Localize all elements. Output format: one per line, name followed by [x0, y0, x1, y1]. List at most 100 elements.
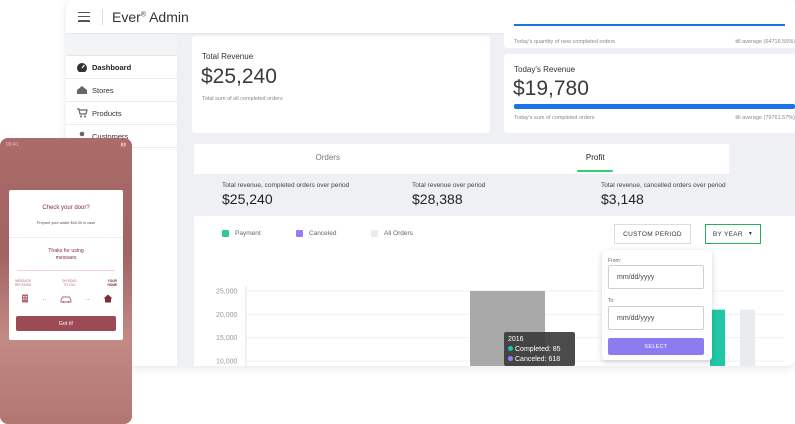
delivery-steps: MESSAGE RECEIVED ON ROAD TO YOU YOUR HOME [15, 279, 117, 287]
card-subtitle-right: till average (79761.57%) [735, 115, 795, 121]
card-subtitle-right: till average (64716.55%) [735, 39, 795, 45]
stat-value: $25,240 [222, 191, 273, 207]
step-on-road: ON ROAD TO YOU [61, 279, 77, 287]
sidebar-item-stores[interactable]: Stores [66, 79, 177, 102]
chart-tabs: Orders Profit [194, 144, 729, 174]
tab-orders[interactable]: Orders [194, 144, 462, 174]
step-message-received: MESSAGE RECEIVED [15, 279, 32, 287]
legend-payment[interactable]: Payment [222, 230, 261, 237]
modal-subtitle: Prepare your wallet $40.00 in cash [36, 221, 96, 225]
tooltip-completed-text: Completed: 85 [515, 346, 561, 353]
modal-divider [9, 237, 123, 238]
card-title: Total Revenue [202, 52, 254, 61]
legend-swatch [222, 230, 229, 237]
sidebar-item-label: Dashboard [92, 62, 132, 72]
brand-suffix: Admin [149, 8, 189, 25]
car-icon [60, 295, 72, 305]
sidebar-header-space [66, 34, 177, 56]
by-year-label: BY YEAR [712, 230, 743, 238]
legend-all-orders[interactable]: All Orders [371, 230, 413, 237]
bar-payment[interactable] [710, 309, 725, 366]
todays-revenue-progress [514, 104, 795, 109]
modal-title: Check your door? [42, 205, 90, 211]
sidebar-item-label: Stores [92, 85, 114, 95]
tab-label: Profit [585, 153, 605, 162]
to-date-input[interactable]: mm/dd/yyyy [608, 306, 704, 330]
got-it-button[interactable]: Got it! [16, 316, 116, 331]
total-revenue-value: $25,240 [201, 65, 277, 88]
tooltip-completed: Completed: 85 [508, 345, 571, 355]
sidebar-item-dashboard[interactable]: Dashboard [66, 56, 177, 79]
from-date-input[interactable]: mm/dd/yyyy [608, 265, 704, 289]
stats-row: Total revenue, completed orders over per… [194, 174, 729, 216]
y-tick-label: 15,000 [216, 335, 238, 342]
completed-orders-card: Today's quantity of new completed orders… [504, 24, 795, 48]
y-tick-label: 25,000 [216, 289, 238, 296]
mobile-phone-preview: 09:41 ▮▮ Check your door? Prepare your w… [0, 138, 132, 424]
tooltip-year: 2016 [508, 336, 524, 343]
chevron-down-icon: ▼ [747, 231, 754, 237]
legend-canceled[interactable]: Canceled [296, 230, 336, 237]
stores-icon [76, 85, 88, 95]
stat-value: $28,388 [412, 191, 463, 207]
delivery-step-icons: ·· ·· [21, 294, 113, 305]
stat-completed-revenue: Total revenue, completed orders over per… [222, 182, 349, 207]
canceled-dot [508, 356, 513, 361]
tooltip-canceled: Canceled: 618 [508, 355, 571, 365]
select-button[interactable]: SELECT [608, 338, 704, 355]
hamburger-menu-icon[interactable] [78, 11, 90, 22]
legend-swatch [371, 230, 378, 237]
todays-revenue-value: $19,780 [513, 77, 589, 100]
legend-swatch [296, 230, 303, 237]
stat-cancelled-revenue: Total revenue, cancelled orders over per… [601, 182, 726, 207]
legend-label: Payment [235, 230, 261, 237]
sidebar-item-products[interactable]: Products [66, 102, 177, 125]
screenshot-stage: Ever® Admin Dashboard Stores Products Cu… [0, 0, 795, 424]
thanks-line-1: Thaks for using [48, 248, 84, 254]
admin-window: Ever® Admin Dashboard Stores Products Cu… [66, 0, 795, 366]
products-icon [76, 108, 88, 118]
stat-value: $3,148 [601, 191, 644, 207]
tab-label: Orders [315, 153, 340, 162]
card-subtitle-left: Today's sum of completed orders [514, 115, 595, 121]
building-icon [21, 294, 29, 305]
chart-tooltip: 2016 Completed: 85 Canceled: 618 [504, 332, 575, 366]
custom-period-button[interactable]: CUSTOM PERIOD [614, 224, 691, 244]
stat-label: Total revenue, completed orders over per… [222, 182, 350, 189]
progress-fill [514, 104, 795, 109]
bar-all-orders[interactable] [740, 309, 755, 366]
stat-total-revenue: Total revenue over period $28,388 [412, 182, 485, 207]
legend-label: All Orders [384, 230, 413, 237]
by-year-dropdown[interactable]: BY YEAR ▼ [705, 224, 761, 244]
sidebar-item-label: Products [92, 108, 122, 118]
brand-title: Ever® Admin [112, 9, 189, 25]
card-subtitle-left: Today's quantity of new completed orders [514, 39, 616, 45]
tab-active-underline [577, 170, 614, 172]
tooltip-canceled-text: Canceled: 618 [515, 356, 561, 363]
brand-registered-mark: ® [140, 10, 146, 18]
stat-label: Total revenue over period [412, 182, 486, 189]
stat-label: Total revenue, cancelled orders over per… [601, 182, 726, 189]
card-subtitle: Total sum of all completed orders [202, 96, 283, 102]
modal-divider-2 [17, 270, 115, 271]
y-tick-label: 20,000 [216, 312, 238, 319]
dots-separator-icon: ·· [42, 296, 47, 303]
tab-profit[interactable]: Profit [462, 144, 730, 174]
to-label: To: [608, 298, 615, 304]
completed-orders-progress [514, 24, 785, 26]
from-label: From: [608, 258, 622, 264]
card-title: Today's Revenue [514, 65, 576, 74]
dots-separator-icon: ·· [85, 296, 90, 303]
completed-dot [508, 346, 513, 351]
custom-period-popover: From: mm/dd/yyyy To: mm/dd/yyyy SELECT [602, 250, 712, 360]
thanks-line-2: messaes [55, 255, 77, 261]
step-your-home: YOUR HOME [107, 279, 117, 287]
modal-thanks-text: Thaks for using messaes [9, 248, 123, 262]
todays-revenue-card: Today's Revenue $19,780 Today's sum of c… [504, 54, 795, 133]
brand-name: Ever [112, 8, 141, 25]
home-icon [103, 294, 113, 305]
dashboard-icon [76, 62, 88, 72]
delivery-modal: Check your door? Prepare your wallet $40… [9, 190, 123, 340]
legend-label: Canceled [309, 230, 337, 237]
total-revenue-card: Total Revenue $25,240 Total sum of all c… [192, 36, 490, 133]
